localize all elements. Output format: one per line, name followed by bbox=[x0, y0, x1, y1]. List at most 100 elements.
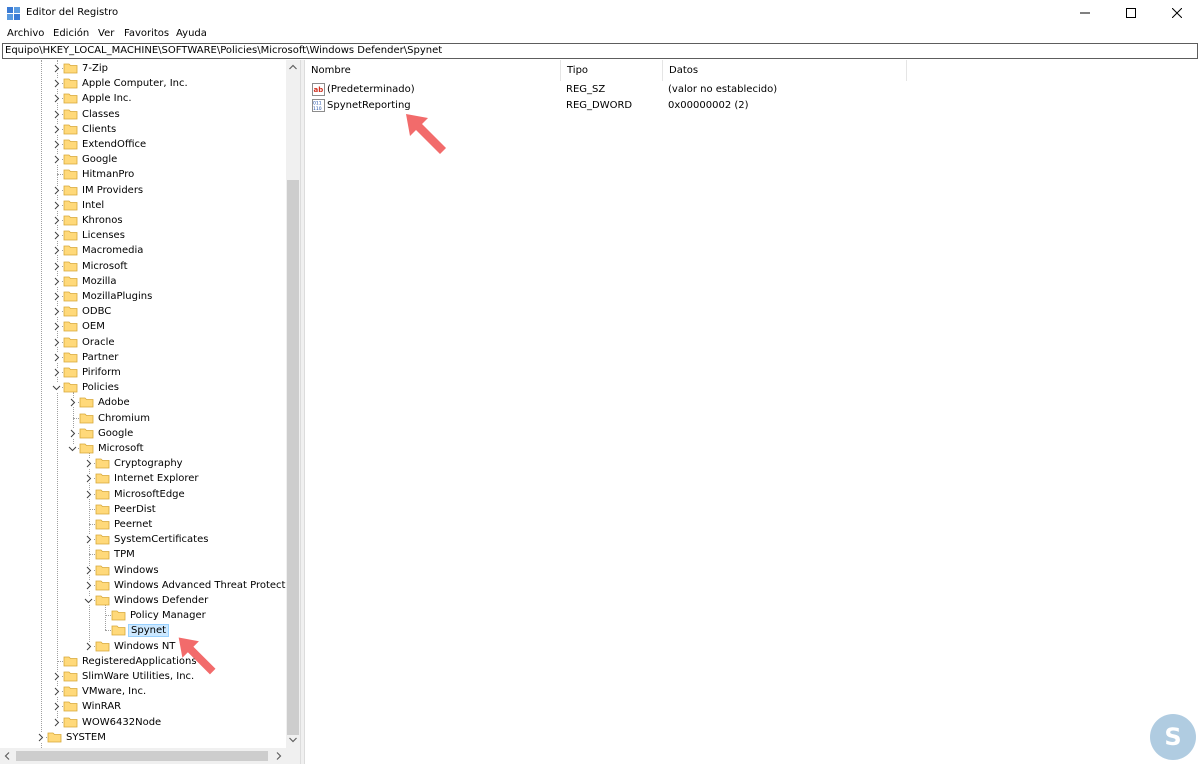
address-bar[interactable]: Equipo\HKEY_LOCAL_MACHINE\SOFTWARE\Polic… bbox=[2, 43, 1198, 59]
chevron-right-icon[interactable] bbox=[84, 535, 93, 545]
tree-item[interactable]: Windows Defender bbox=[0, 593, 286, 608]
tree-item[interactable]: MozillaPlugins bbox=[0, 289, 286, 304]
chevron-right-icon[interactable] bbox=[52, 702, 61, 712]
chevron-right-icon[interactable] bbox=[68, 428, 77, 438]
chevron-right-icon[interactable] bbox=[84, 489, 93, 499]
chevron-right-icon[interactable] bbox=[52, 64, 61, 73]
chevron-right-icon[interactable] bbox=[52, 140, 61, 149]
chevron-right-icon[interactable] bbox=[84, 580, 93, 590]
column-header-nombre[interactable]: Nombre bbox=[305, 60, 561, 81]
close-button[interactable] bbox=[1154, 0, 1200, 26]
chevron-right-icon[interactable] bbox=[52, 216, 61, 225]
value-row[interactable]: ab (Predeterminado) REG_SZ (valor no est… bbox=[305, 82, 1200, 98]
chevron-right-icon[interactable] bbox=[52, 322, 61, 332]
tree-item[interactable]: Mozilla bbox=[0, 274, 286, 289]
tree-item[interactable]: OEM bbox=[0, 319, 286, 334]
tree-item[interactable]: Peernet bbox=[0, 517, 286, 532]
tree-item[interactable]: Classes bbox=[0, 107, 286, 122]
tree-item[interactable]: Oracle bbox=[0, 335, 286, 350]
tree-item[interactable]: PeerDist bbox=[0, 502, 286, 517]
tree-item[interactable]: SlimWare Utilities, Inc. bbox=[0, 669, 286, 684]
tree-item[interactable]: Apple Computer, Inc. bbox=[0, 76, 286, 91]
tree-item[interactable]: Intel bbox=[0, 198, 286, 213]
chevron-right-icon[interactable] bbox=[52, 124, 61, 134]
tree-item[interactable]: Google bbox=[0, 426, 286, 441]
chevron-right-icon[interactable] bbox=[52, 307, 61, 317]
chevron-right-icon[interactable] bbox=[52, 337, 61, 347]
tree-horizontal-scrollbar[interactable] bbox=[0, 748, 300, 764]
tree-item[interactable]: Apple Inc. bbox=[0, 91, 286, 106]
column-header-tipo[interactable]: Tipo bbox=[561, 60, 663, 81]
chevron-right-icon[interactable] bbox=[84, 474, 93, 484]
tree-item[interactable]: SystemCertificates bbox=[0, 532, 286, 547]
chevron-right-icon[interactable] bbox=[36, 732, 45, 742]
tree-item[interactable]: Windows NT bbox=[0, 639, 286, 654]
tree-item[interactable]: HitmanPro bbox=[0, 167, 286, 182]
tree-item[interactable]: Clients bbox=[0, 122, 286, 137]
menu-archivo[interactable]: Archivo bbox=[7, 28, 44, 39]
tree-item[interactable]: Google bbox=[0, 152, 286, 167]
menu-favoritos[interactable]: Favoritos bbox=[124, 28, 169, 39]
tree-item[interactable]: Piriform bbox=[0, 365, 286, 380]
menu-ver[interactable]: Ver bbox=[98, 28, 114, 39]
chevron-right-icon[interactable] bbox=[84, 459, 93, 469]
minimize-button[interactable] bbox=[1062, 0, 1108, 26]
tree-item[interactable]: IM Providers bbox=[0, 183, 286, 198]
tree-item[interactable]: Policies bbox=[0, 380, 286, 395]
chevron-right-icon[interactable] bbox=[52, 672, 61, 681]
key-tree[interactable]: 7-Zip Apple Computer, Inc. Apple Inc. Class… bbox=[0, 60, 300, 764]
scroll-down-icon[interactable] bbox=[289, 737, 297, 743]
chevron-right-icon[interactable] bbox=[84, 641, 93, 651]
tree-item[interactable]: Windows bbox=[0, 563, 286, 578]
tree-item[interactable]: MicrosoftEdge bbox=[0, 487, 286, 502]
chevron-right-icon[interactable] bbox=[52, 352, 61, 362]
tree-scroll-thumb[interactable] bbox=[287, 180, 299, 735]
menu-edicion[interactable]: Edición bbox=[53, 28, 89, 39]
chevron-down-icon[interactable] bbox=[52, 383, 61, 393]
chevron-right-icon[interactable] bbox=[52, 687, 61, 697]
tree-item[interactable]: RegisteredApplications bbox=[0, 654, 286, 669]
maximize-button[interactable] bbox=[1108, 0, 1154, 26]
tree-item[interactable]: Licenses bbox=[0, 228, 286, 243]
chevron-right-icon[interactable] bbox=[52, 261, 61, 271]
scroll-up-icon[interactable] bbox=[289, 64, 297, 70]
chevron-right-icon[interactable] bbox=[52, 109, 61, 119]
tree-item[interactable]: Macromedia bbox=[0, 243, 286, 258]
chevron-right-icon[interactable] bbox=[84, 565, 93, 575]
tree-item[interactable]: Policy Manager bbox=[0, 608, 286, 623]
tree-item[interactable]: Chromium bbox=[0, 411, 286, 426]
chevron-right-icon[interactable] bbox=[68, 398, 77, 408]
tree-item[interactable]: Adobe bbox=[0, 395, 286, 410]
tree-item[interactable]: Partner bbox=[0, 350, 286, 365]
tree-item[interactable]: Internet Explorer bbox=[0, 471, 286, 486]
tree-item[interactable]: Microsoft bbox=[0, 441, 286, 456]
tree-item[interactable]: WinRAR bbox=[0, 699, 286, 714]
scroll-left-icon[interactable] bbox=[4, 752, 10, 760]
tree-item[interactable]: Windows Advanced Threat Protection bbox=[0, 578, 300, 593]
chevron-right-icon[interactable] bbox=[52, 368, 61, 377]
chevron-right-icon[interactable] bbox=[52, 79, 61, 89]
tree-vertical-scrollbar[interactable] bbox=[286, 60, 300, 748]
tree-hscroll-thumb[interactable] bbox=[16, 751, 268, 761]
tree-item[interactable]: TPM bbox=[0, 547, 286, 562]
tree-item[interactable]: WOW6432Node bbox=[0, 715, 286, 730]
chevron-right-icon[interactable] bbox=[52, 292, 61, 301]
chevron-right-icon[interactable] bbox=[52, 94, 61, 104]
tree-item[interactable]: Khronos bbox=[0, 213, 286, 228]
tree-item[interactable]: ExtendOffice bbox=[0, 137, 286, 152]
menu-ayuda[interactable]: Ayuda bbox=[176, 28, 207, 39]
tree-item[interactable]: Microsoft bbox=[0, 259, 286, 274]
tree-item[interactable]: 7-Zip bbox=[0, 61, 286, 76]
tree-item[interactable]: SYSTEM bbox=[0, 730, 286, 745]
chevron-right-icon[interactable] bbox=[52, 200, 61, 210]
chevron-right-icon[interactable] bbox=[52, 246, 61, 256]
chevron-down-icon[interactable] bbox=[84, 596, 93, 605]
chevron-right-icon[interactable] bbox=[52, 231, 61, 241]
chevron-right-icon[interactable] bbox=[52, 276, 61, 286]
column-header-datos[interactable]: Datos bbox=[663, 60, 907, 81]
scroll-right-icon[interactable] bbox=[276, 752, 282, 760]
tree-item[interactable]: VMware, Inc. bbox=[0, 684, 286, 699]
tree-item[interactable]: Cryptography bbox=[0, 456, 286, 471]
chevron-right-icon[interactable] bbox=[52, 185, 61, 195]
chevron-down-icon[interactable] bbox=[68, 444, 77, 453]
